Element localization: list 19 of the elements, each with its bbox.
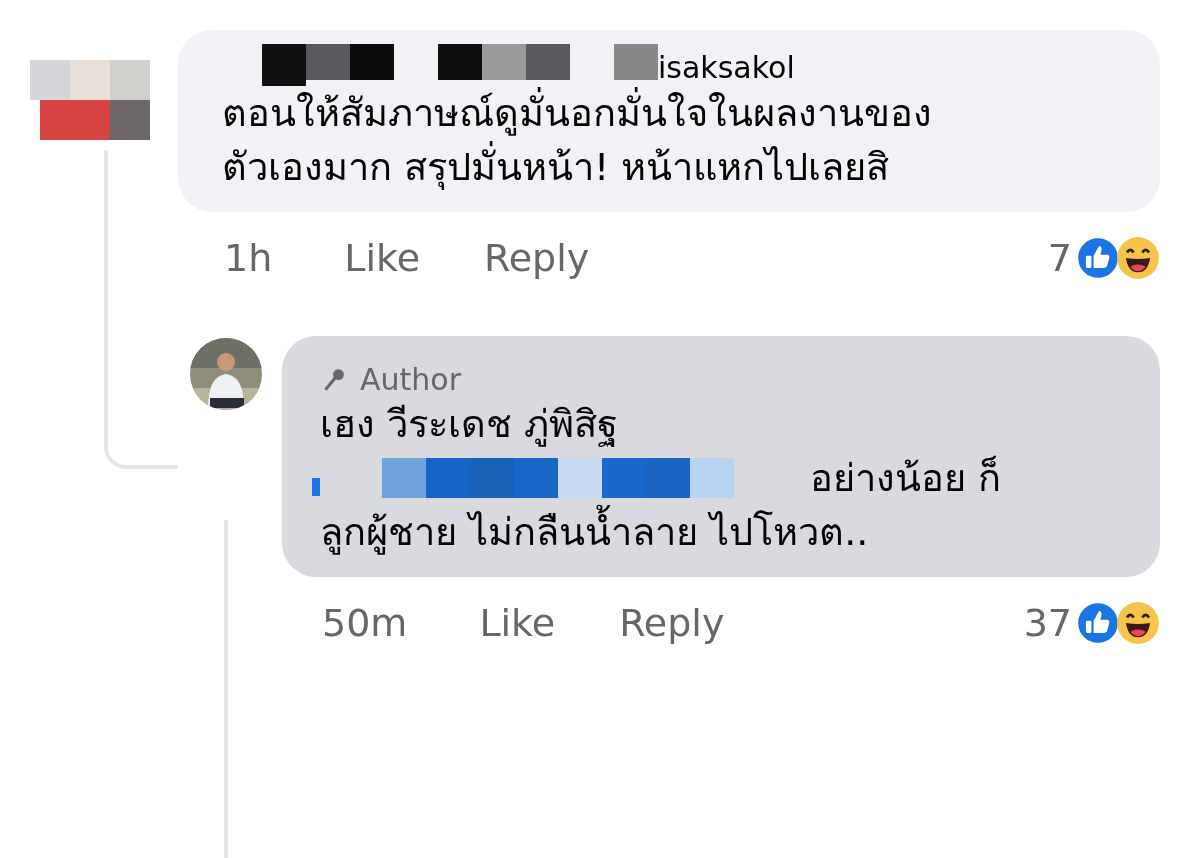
reply-link[interactable]: Reply	[619, 601, 725, 645]
reaction-count: 7	[1047, 236, 1072, 280]
like-link[interactable]: Like	[344, 236, 421, 280]
laugh-reaction-icon	[1116, 601, 1160, 645]
reply-text: ลูกผู้ชาย ไม่กลืนน้ำลาย ไปโหวต..	[320, 505, 1130, 559]
reply-time: 50m	[322, 601, 408, 645]
like-reaction-icon	[1076, 236, 1120, 280]
reply-text: อย่างน้อย ก็	[810, 454, 1002, 502]
reaction-count: 37	[1023, 601, 1072, 645]
author-label: Author	[360, 362, 461, 397]
laugh-reaction-icon	[1116, 236, 1160, 280]
reply-link[interactable]: Reply	[484, 236, 590, 280]
commenter-name: isaksakol	[658, 50, 795, 86]
comment-text: ตอนให้สัมภาษณ์ดูมั่นอกมั่นใจในผลงานของ	[222, 86, 1130, 140]
like-link[interactable]: Like	[479, 601, 556, 645]
like-reaction-icon	[1076, 601, 1120, 645]
comment-text: ตัวเองมาก สรุปมั่นหน้า! หน้าแหกไปเลยสิ	[222, 140, 1130, 194]
commenter-name: เฮง วีระเดช ภู่พิสิฐ	[320, 401, 620, 449]
comment-time: 1h	[224, 236, 273, 280]
